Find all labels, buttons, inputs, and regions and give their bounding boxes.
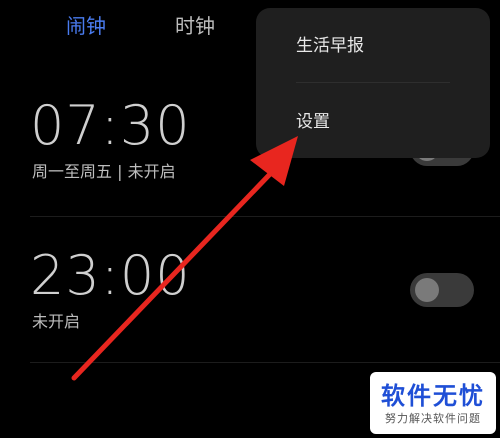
menu-item-settings[interactable]: 设置 bbox=[296, 110, 330, 134]
alarm-description: 未开启 bbox=[32, 312, 81, 331]
alarm-toggle[interactable] bbox=[410, 273, 474, 307]
alarm-description: 周一至周五 | 未开启 bbox=[32, 162, 176, 181]
alarm-time: 23:00 bbox=[30, 244, 191, 307]
menu-divider bbox=[296, 82, 450, 83]
tab-clock[interactable]: 时钟 bbox=[175, 12, 215, 40]
alarm-time: 07:30 bbox=[30, 94, 191, 157]
list-divider bbox=[30, 362, 500, 363]
overflow-menu: 生活早报 设置 bbox=[256, 8, 490, 158]
list-divider bbox=[30, 216, 500, 217]
toggle-knob bbox=[415, 278, 439, 302]
clock-app-screen: 闹钟 时钟 07:30 周一至周五 | 未开启 23:00 未开启 生活早报 设… bbox=[0, 0, 500, 438]
menu-item-daily-news[interactable]: 生活早报 bbox=[296, 34, 364, 58]
watermark-subtitle: 努力解决软件问题 bbox=[385, 412, 481, 425]
watermark-title: 软件无忧 bbox=[381, 382, 485, 410]
watermark-logo: 软件无忧 努力解决软件问题 bbox=[370, 372, 496, 434]
alarm-item[interactable]: 23:00 未开启 bbox=[0, 246, 500, 356]
tab-alarm[interactable]: 闹钟 bbox=[66, 12, 106, 40]
